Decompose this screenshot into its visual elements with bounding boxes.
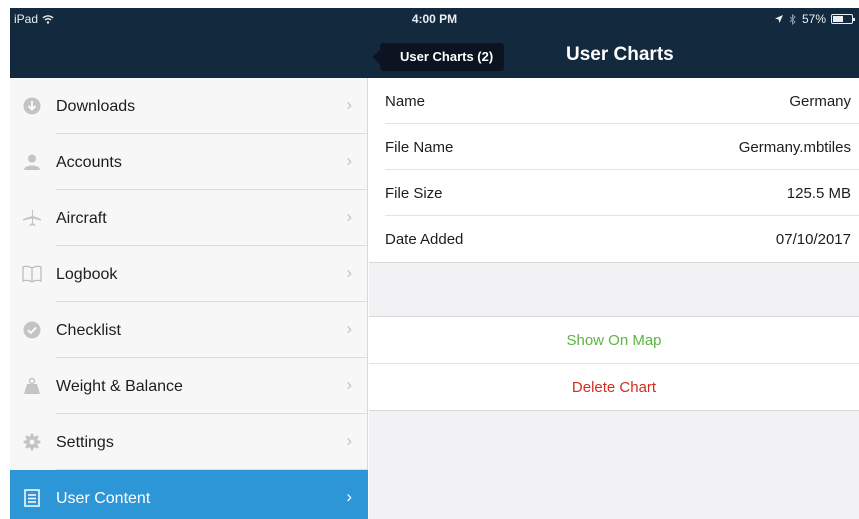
chevron-right-icon: ›: [346, 207, 352, 226]
sidebar-item-settings[interactable]: Settings ›: [10, 414, 368, 470]
chevron-right-icon: ›: [346, 95, 352, 114]
back-button[interactable]: User Charts (2): [371, 43, 505, 71]
gear-icon: [22, 432, 42, 452]
status-time: 4:00 PM: [411, 12, 458, 26]
chevron-right-icon: ›: [346, 263, 352, 282]
sidebar-item-label: User Content: [56, 490, 151, 507]
show-on-map-button[interactable]: Show On Map: [369, 317, 859, 363]
navigation-bar: User Charts (2) User Charts: [10, 30, 859, 78]
sidebar-item-weight-balance[interactable]: Weight & Balance ›: [10, 358, 368, 414]
airplane-icon: [22, 208, 42, 228]
row-value: Germany.mbtiles: [738, 139, 851, 156]
row-value: Germany: [789, 93, 851, 110]
battery-icon: [831, 14, 855, 24]
app-frame: iPad 4:00 PM 57% User Charts (2) User Ch…: [10, 8, 859, 519]
info-row-name: Name Germany: [369, 78, 859, 124]
sidebar-item-downloads[interactable]: Downloads ›: [10, 78, 368, 134]
sidebar: Downloads › Accounts › Aircraft › Logboo…: [10, 78, 368, 519]
battery-percent: 57%: [801, 12, 826, 26]
location-arrow-icon: [774, 15, 783, 23]
info-row-file-size: File Size 125.5 MB: [369, 170, 859, 216]
row-value: 07/10/2017: [775, 231, 851, 248]
status-right: 57%: [774, 12, 855, 26]
document-icon: [22, 488, 42, 508]
action-group: Show On Map Delete Chart: [369, 316, 859, 411]
info-row-date-added: Date Added 07/10/2017: [369, 216, 859, 262]
sidebar-item-user-content[interactable]: User Content ›: [10, 470, 368, 519]
chart-info-table: Name Germany File Name Germany.mbtiles F…: [369, 78, 859, 263]
sidebar-item-label: Downloads: [56, 98, 136, 115]
sidebar-item-label: Logbook: [56, 266, 118, 283]
row-label: File Name: [385, 139, 454, 156]
book-icon: [22, 264, 42, 284]
chevron-right-icon: ›: [346, 375, 352, 394]
person-icon: [22, 152, 42, 172]
checkmark-icon: [22, 320, 42, 340]
chevron-right-icon: ›: [346, 319, 352, 338]
sidebar-item-checklist[interactable]: Checklist ›: [10, 302, 368, 358]
chevron-right-icon: ›: [346, 487, 352, 506]
sidebar-item-label: Aircraft: [56, 210, 107, 227]
download-icon: [22, 96, 42, 116]
row-label: File Size: [385, 185, 443, 202]
sidebar-item-logbook[interactable]: Logbook ›: [10, 246, 368, 302]
chevron-right-icon: ›: [346, 431, 352, 450]
sidebar-item-aircraft[interactable]: Aircraft ›: [10, 190, 368, 246]
sidebar-item-label: Checklist: [56, 322, 121, 339]
battery-fill: [833, 16, 844, 22]
chevron-right-icon: ›: [346, 151, 352, 170]
info-row-file-name: File Name Germany.mbtiles: [369, 124, 859, 170]
bluetooth-icon: [789, 13, 796, 25]
sidebar-item-label: Settings: [56, 434, 114, 451]
status-bar: iPad 4:00 PM 57%: [10, 8, 859, 30]
sidebar-item-label: Weight & Balance: [56, 378, 183, 395]
row-label: Name: [385, 93, 426, 110]
page-title: User Charts: [566, 44, 674, 65]
row-label: Date Added: [385, 231, 464, 248]
weight-icon: [22, 376, 42, 396]
sidebar-item-accounts[interactable]: Accounts ›: [10, 134, 368, 190]
row-value: 125.5 MB: [786, 185, 851, 202]
delete-chart-button[interactable]: Delete Chart: [369, 364, 859, 410]
sidebar-item-label: Accounts: [56, 154, 122, 171]
detail-pane: Name Germany File Name Germany.mbtiles F…: [369, 78, 859, 519]
